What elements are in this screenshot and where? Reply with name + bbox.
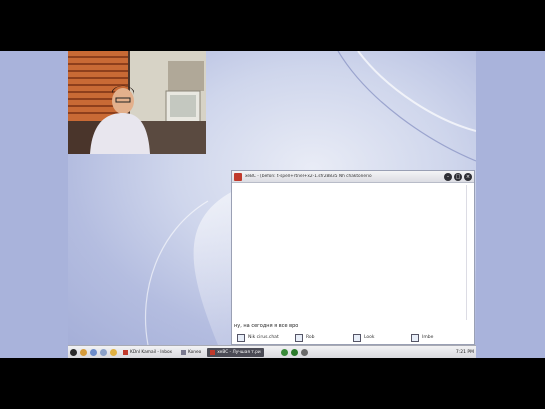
minimize-button[interactable]: – <box>444 172 452 181</box>
task-label: KDnl Kamail - Inbox <box>130 349 173 355</box>
taskbar: KDnl Kamail - Inbox Koneo xeBC - Лучшая … <box>68 345 476 358</box>
user-bar: Nik cirus.chat Rob Look Imbe <box>232 331 474 344</box>
user-item[interactable]: Nik cirus.chat <box>232 333 290 342</box>
user-item[interactable]: Look <box>348 333 406 342</box>
message-input[interactable]: ну, на сегодня я все вро <box>234 323 298 329</box>
user-icon <box>353 333 361 342</box>
tray-status-icon[interactable] <box>290 348 298 356</box>
user-item[interactable]: Imbe <box>406 333 464 342</box>
xchat-icon <box>210 349 216 355</box>
launcher-smiley-icon[interactable] <box>110 348 117 356</box>
task-kmail[interactable]: KDnl Kamail - Inbox <box>120 348 175 357</box>
user-name: Look <box>364 335 375 340</box>
launcher-browser-icon[interactable] <box>90 348 97 356</box>
kmail-icon <box>123 349 128 355</box>
task-label: xeBC - Лучшая т.ри <box>217 349 261 355</box>
letterbox-bottom <box>0 358 545 409</box>
menu-apple-icon[interactable] <box>70 348 77 356</box>
user-name: Imbe <box>422 335 434 340</box>
close-button[interactable]: × <box>464 172 472 181</box>
network-icon[interactable] <box>280 348 288 356</box>
konqueror-icon <box>181 349 187 355</box>
desktop-margin-right <box>476 51 545 358</box>
volume-icon[interactable] <box>300 348 308 356</box>
irc-client-window[interactable]: xeBC - [befon: t-spell+rtnel+x2-1.sfr288… <box>231 170 475 345</box>
user-name: Rob <box>306 335 315 340</box>
maximize-button[interactable]: □ <box>454 172 462 181</box>
task-konqueror[interactable]: Koneo <box>178 348 204 357</box>
launcher-home-icon[interactable] <box>80 348 87 356</box>
window-title: xeBC - [befon: t-spell+rtnel+x2-1.sfr288… <box>245 174 372 179</box>
user-icon <box>295 333 303 342</box>
task-xchat[interactable]: xeBC - Лучшая т.ри <box>207 347 264 357</box>
launcher-mail-icon[interactable] <box>100 348 107 356</box>
app-icon <box>234 172 242 181</box>
chat-scrollbar[interactable] <box>466 185 472 320</box>
task-label: Koneo <box>188 349 202 355</box>
taskbar-clock[interactable]: 7:21 PM <box>456 350 474 355</box>
user-icon <box>237 333 245 342</box>
letterbox-top <box>0 0 545 51</box>
user-icon <box>411 333 419 342</box>
user-item[interactable]: Rob <box>290 333 348 342</box>
user-name: Nik cirus.chat <box>248 335 279 340</box>
chat-log[interactable] <box>234 185 464 325</box>
desktop-margin-left <box>0 51 68 358</box>
webcam-overlay <box>68 51 206 154</box>
window-titlebar[interactable]: xeBC - [befon: t-spell+rtnel+x2-1.sfr288… <box>232 171 474 183</box>
